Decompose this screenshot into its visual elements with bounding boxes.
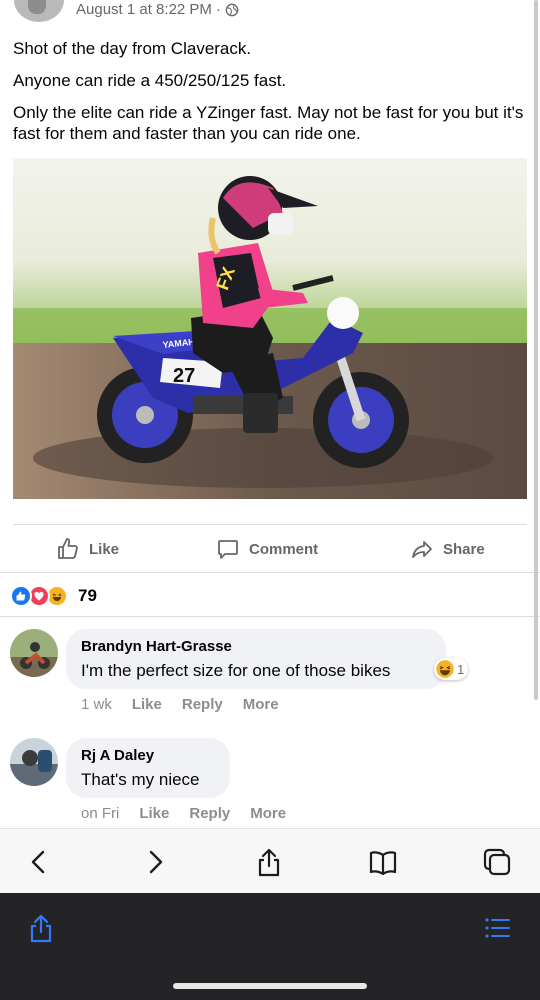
back-icon: [31, 850, 45, 874]
comment-reaction[interactable]: 1: [434, 658, 469, 680]
comment-author[interactable]: Rj A Daley: [81, 747, 215, 765]
list-icon: [485, 918, 510, 938]
home-indicator[interactable]: [173, 983, 367, 989]
comment-actions: 1 wk Like Reply More: [81, 696, 299, 713]
comment-reply-link[interactable]: Reply: [182, 696, 223, 713]
comment-bubble: Brandyn Hart-Grasse I'm the perfect size…: [66, 629, 446, 689]
share-label: Share: [443, 540, 485, 558]
author-avatar[interactable]: [14, 0, 64, 22]
comment-time: on Fri: [81, 805, 120, 822]
share-icon: [258, 848, 280, 877]
comment-bubble: Rj A Daley That's my niece: [66, 738, 230, 798]
divider: [13, 524, 527, 525]
back-button[interactable]: [22, 845, 56, 879]
commenter-avatar[interactable]: [10, 629, 58, 677]
like-label: Like: [89, 540, 120, 558]
post-paragraph: Anyone can ride a 450/250/125 fast.: [13, 71, 287, 90]
comment-text: I'm the perfect size for one of those bi…: [81, 661, 391, 680]
comment-text: That's my niece: [81, 770, 200, 789]
post-header: August 1 at 8:22 PM ·: [0, 0, 540, 26]
share-arrow-icon: [412, 541, 432, 558]
bookmarks-icon: [369, 851, 397, 876]
number-plate: 27: [173, 365, 195, 387]
scrollbar[interactable]: [534, 0, 538, 700]
post-photo[interactable]: YAMAHA 27 FX: [13, 158, 527, 499]
tabs-button[interactable]: [480, 845, 514, 879]
reactions-summary[interactable]: 79: [10, 584, 97, 608]
toolbar-list-button[interactable]: [480, 911, 514, 945]
forward-button[interactable]: [138, 845, 172, 879]
comment-like-link[interactable]: Like: [132, 696, 162, 713]
comment-like-link[interactable]: Like: [139, 805, 169, 822]
comment-icon: [218, 540, 238, 559]
meta-separator: ·: [215, 1, 221, 18]
post-text: Shot of the day from Claverack. Anyone c…: [13, 38, 528, 155]
comment-author[interactable]: Brandyn Hart-Grasse: [81, 638, 431, 656]
comment-more-link[interactable]: More: [243, 696, 279, 713]
share-button[interactable]: Share: [410, 527, 485, 571]
post-paragraph: Only the elite can ride a YZinger fast. …: [13, 103, 524, 143]
post-timestamp[interactable]: August 1 at 8:22 PM: [76, 1, 212, 18]
like-button[interactable]: Like: [56, 527, 119, 571]
comment-time: 1 wk: [81, 696, 112, 713]
commenter-avatar[interactable]: [10, 738, 58, 786]
divider: [0, 616, 540, 617]
bookmarks-button[interactable]: [366, 845, 400, 879]
like-reaction-icon: [10, 585, 32, 607]
tabs-icon: [483, 848, 511, 876]
post-meta: August 1 at 8:22 PM ·: [76, 1, 239, 18]
comment-label: Comment: [249, 540, 319, 558]
reaction-count: 79: [78, 586, 97, 605]
divider: [0, 572, 540, 573]
haha-reaction-icon: [436, 660, 454, 678]
browser-nav-bar: [0, 828, 540, 894]
comment-reply-link[interactable]: Reply: [189, 805, 230, 822]
comment-reaction-count: 1: [457, 661, 465, 677]
post-paragraph: Shot of the day from Claverack.: [13, 39, 252, 58]
dirt-bike-photo: YAMAHA 27 FX: [13, 158, 527, 499]
share-icon: [30, 914, 52, 943]
globe-icon: [225, 3, 239, 17]
toolbar-share-button[interactable]: [24, 911, 58, 945]
comment-button[interactable]: Comment: [216, 527, 318, 571]
comment-more-link[interactable]: More: [250, 805, 286, 822]
forward-icon: [149, 850, 163, 874]
share-page-button[interactable]: [252, 845, 286, 879]
thumbs-up-icon: [58, 538, 78, 559]
action-bar: Like Comment Share: [0, 527, 540, 571]
comment-actions: on Fri Like Reply More: [81, 805, 306, 822]
